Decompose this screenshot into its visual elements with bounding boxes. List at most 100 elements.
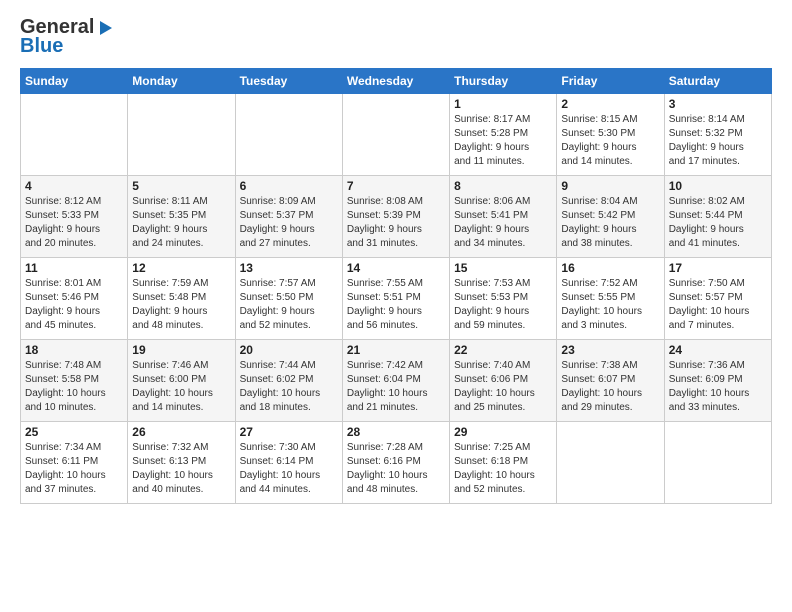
day-number: 22 (454, 343, 552, 357)
calendar-cell: 18 Sunrise: 7:48 AM Sunset: 5:58 PM Dayli… (21, 340, 128, 422)
day-info: Sunrise: 7:38 AM Sunset: 6:07 PM Dayligh… (561, 359, 659, 415)
calendar-cell: 24 Sunrise: 7:36 AM Sunset: 6:09 PM Dayli… (664, 340, 771, 422)
day-number: 28 (347, 425, 445, 439)
logo: General Blue (20, 16, 114, 58)
calendar-cell: 10 Sunrise: 8:02 AM Sunset: 5:44 PM Dayli… (664, 176, 771, 258)
weekday-sunday: Sunday (21, 69, 128, 94)
day-info: Sunrise: 7:50 AM Sunset: 5:57 PM Dayligh… (669, 277, 767, 333)
day-number: 14 (347, 261, 445, 275)
calendar-cell (21, 94, 128, 176)
calendar-cell: 13Sunrise: 7:57 AM Sunset: 5:50 PM Dayli… (235, 258, 342, 340)
day-number: 16 (561, 261, 659, 275)
calendar-cell: 22 Sunrise: 7:40 AM Sunset: 6:06 PM Dayli… (450, 340, 557, 422)
weekday-thursday: Thursday (450, 69, 557, 94)
weekday-friday: Friday (557, 69, 664, 94)
day-number: 4 (25, 179, 123, 193)
calendar-cell: 19Sunrise: 7:46 AM Sunset: 6:00 PM Dayli… (128, 340, 235, 422)
day-info: Sunrise: 8:08 AM Sunset: 5:39 PM Dayligh… (347, 195, 445, 251)
page-header: General Blue (20, 16, 772, 58)
weekday-saturday: Saturday (664, 69, 771, 94)
day-number: 10 (669, 179, 767, 193)
day-number: 21 (347, 343, 445, 357)
calendar-cell: 1 Sunrise: 8:17 AM Sunset: 5:28 PM Daylig… (450, 94, 557, 176)
calendar-cell: 27 Sunrise: 7:30 AM Sunset: 6:14 PM Dayli… (235, 422, 342, 504)
day-info: Sunrise: 7:52 AM Sunset: 5:55 PM Dayligh… (561, 277, 659, 333)
day-info: Sunrise: 8:17 AM Sunset: 5:28 PM Dayligh… (454, 113, 552, 169)
calendar-cell: 12Sunrise: 7:59 AM Sunset: 5:48 PM Dayli… (128, 258, 235, 340)
day-info: Sunrise: 8:11 AM Sunset: 5:35 PM Dayligh… (132, 195, 230, 251)
day-number: 29 (454, 425, 552, 439)
calendar-cell: 2 Sunrise: 8:15 AM Sunset: 5:30 PM Daylig… (557, 94, 664, 176)
calendar-cell: 6 Sunrise: 8:09 AM Sunset: 5:37 PM Daylig… (235, 176, 342, 258)
day-info: Sunrise: 8:04 AM Sunset: 5:42 PM Dayligh… (561, 195, 659, 251)
weekday-tuesday: Tuesday (235, 69, 342, 94)
calendar-cell: 9 Sunrise: 8:04 AM Sunset: 5:42 PM Daylig… (557, 176, 664, 258)
calendar-cell: 26 Sunrise: 7:32 AM Sunset: 6:13 PM Dayli… (128, 422, 235, 504)
calendar-cell (342, 94, 449, 176)
day-info: Sunrise: 8:02 AM Sunset: 5:44 PM Dayligh… (669, 195, 767, 251)
day-info: Sunrise: 7:42 AM Sunset: 6:04 PM Dayligh… (347, 359, 445, 415)
calendar-cell: 16 Sunrise: 7:52 AM Sunset: 5:55 PM Dayli… (557, 258, 664, 340)
day-info: Sunrise: 8:14 AM Sunset: 5:32 PM Dayligh… (669, 113, 767, 169)
calendar-cell: 5 Sunrise: 8:11 AM Sunset: 5:35 PM Daylig… (128, 176, 235, 258)
day-number: 3 (669, 97, 767, 111)
day-info: Sunrise: 7:36 AM Sunset: 6:09 PM Dayligh… (669, 359, 767, 415)
calendar-cell: 17 Sunrise: 7:50 AM Sunset: 5:57 PM Dayli… (664, 258, 771, 340)
day-number: 9 (561, 179, 659, 193)
day-number: 7 (347, 179, 445, 193)
day-number: 17 (669, 261, 767, 275)
calendar-cell (235, 94, 342, 176)
day-info: Sunrise: 7:25 AM Sunset: 6:18 PM Dayligh… (454, 441, 552, 497)
week-row-1: 1 Sunrise: 8:17 AM Sunset: 5:28 PM Daylig… (21, 94, 772, 176)
calendar-cell: 15 Sunrise: 7:53 AM Sunset: 5:53 PM Dayli… (450, 258, 557, 340)
logo-blue: Blue (20, 35, 63, 58)
calendar-cell (557, 422, 664, 504)
day-number: 27 (240, 425, 338, 439)
calendar-cell: 21 Sunrise: 7:42 AM Sunset: 6:04 PM Dayli… (342, 340, 449, 422)
week-row-5: 25 Sunrise: 7:34 AM Sunset: 6:11 PM Dayli… (21, 422, 772, 504)
calendar-cell: 25 Sunrise: 7:34 AM Sunset: 6:11 PM Dayli… (21, 422, 128, 504)
day-number: 8 (454, 179, 552, 193)
calendar-cell: 14 Sunrise: 7:55 AM Sunset: 5:51 PM Dayli… (342, 258, 449, 340)
day-number: 23 (561, 343, 659, 357)
day-number: 1 (454, 97, 552, 111)
calendar-cell: 23 Sunrise: 7:38 AM Sunset: 6:07 PM Dayli… (557, 340, 664, 422)
day-info: Sunrise: 7:53 AM Sunset: 5:53 PM Dayligh… (454, 277, 552, 333)
calendar-cell: 4Sunrise: 8:12 AM Sunset: 5:33 PM Daylig… (21, 176, 128, 258)
day-number: 24 (669, 343, 767, 357)
calendar-cell: 20Sunrise: 7:44 AM Sunset: 6:02 PM Dayli… (235, 340, 342, 422)
day-info: Sunrise: 7:34 AM Sunset: 6:11 PM Dayligh… (25, 441, 123, 497)
weekday-wednesday: Wednesday (342, 69, 449, 94)
day-info: Sunrise: 8:09 AM Sunset: 5:37 PM Dayligh… (240, 195, 338, 251)
calendar-cell: 11Sunrise: 8:01 AM Sunset: 5:46 PM Dayli… (21, 258, 128, 340)
day-number: 6 (240, 179, 338, 193)
day-info: Sunrise: 7:40 AM Sunset: 6:06 PM Dayligh… (454, 359, 552, 415)
calendar-cell: 3 Sunrise: 8:14 AM Sunset: 5:32 PM Daylig… (664, 94, 771, 176)
day-info: Sunrise: 7:55 AM Sunset: 5:51 PM Dayligh… (347, 277, 445, 333)
day-info: Sunrise: 8:06 AM Sunset: 5:41 PM Dayligh… (454, 195, 552, 251)
calendar-table: SundayMondayTuesdayWednesdayThursdayFrid… (20, 68, 772, 504)
day-info: Sunrise: 7:32 AM Sunset: 6:13 PM Dayligh… (132, 441, 230, 497)
day-number: 20 (240, 343, 338, 357)
calendar-cell: 8 Sunrise: 8:06 AM Sunset: 5:41 PM Daylig… (450, 176, 557, 258)
weekday-monday: Monday (128, 69, 235, 94)
week-row-4: 18 Sunrise: 7:48 AM Sunset: 5:58 PM Dayli… (21, 340, 772, 422)
day-number: 15 (454, 261, 552, 275)
day-number: 26 (132, 425, 230, 439)
day-number: 5 (132, 179, 230, 193)
day-info: Sunrise: 8:15 AM Sunset: 5:30 PM Dayligh… (561, 113, 659, 169)
weekday-header-row: SundayMondayTuesdayWednesdayThursdayFrid… (21, 69, 772, 94)
day-number: 19 (132, 343, 230, 357)
calendar-cell: 7 Sunrise: 8:08 AM Sunset: 5:39 PM Daylig… (342, 176, 449, 258)
day-number: 25 (25, 425, 123, 439)
logo: General Blue (20, 16, 114, 58)
day-info: Sunrise: 7:30 AM Sunset: 6:14 PM Dayligh… (240, 441, 338, 497)
day-number: 12 (132, 261, 230, 275)
logo-arrow-icon (96, 19, 114, 37)
day-info: Sunrise: 8:01 AM Sunset: 5:46 PM Dayligh… (25, 277, 123, 333)
day-number: 18 (25, 343, 123, 357)
calendar-cell (664, 422, 771, 504)
day-number: 2 (561, 97, 659, 111)
calendar-cell (128, 94, 235, 176)
day-info: Sunrise: 7:48 AM Sunset: 5:58 PM Dayligh… (25, 359, 123, 415)
